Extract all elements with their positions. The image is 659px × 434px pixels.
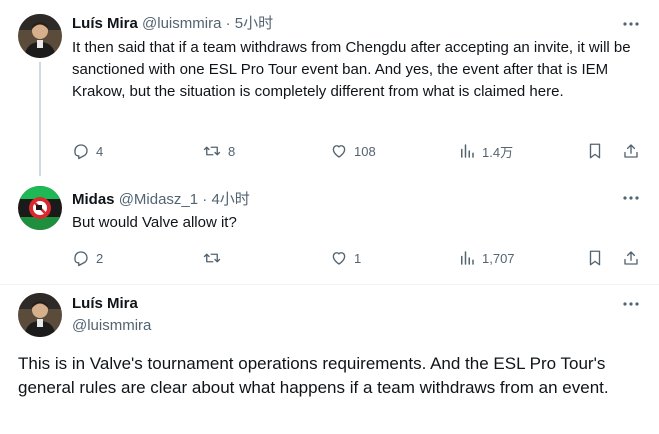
tweet-text: But would Valve allow it? — [72, 214, 237, 231]
views-button[interactable]: 1,707 — [458, 247, 515, 269]
author-name[interactable]: Luís Mira — [72, 295, 138, 312]
like-count: 1 — [354, 250, 362, 266]
tweet-3-focused[interactable]: Luís Mira @luismmira This is in Valve's … — [0, 285, 659, 434]
views-count: 1.4万 — [482, 144, 514, 160]
heart-icon — [332, 145, 346, 158]
timestamp[interactable]: 5小时 — [235, 15, 273, 32]
reply-icon — [74, 251, 88, 267]
share-button[interactable] — [622, 247, 640, 269]
share-button[interactable] — [622, 140, 640, 162]
action-bar: 2 1 1,707 — [72, 247, 644, 269]
more-button[interactable] — [619, 294, 643, 314]
avatar[interactable] — [18, 186, 62, 230]
heart-icon — [332, 252, 346, 265]
tweet-1[interactable]: Luís Mira @luismmira · 5小时 It then said … — [0, 0, 659, 176]
author-handle[interactable]: @luismmira — [72, 317, 151, 334]
like-button[interactable]: 108 — [330, 140, 376, 162]
reply-count: 4 — [96, 143, 104, 159]
like-button[interactable]: 1 — [330, 247, 361, 269]
more-icon — [623, 196, 639, 200]
tweet-header: Midas @Midasz_1 · 4小时 — [72, 188, 250, 209]
author-handle[interactable]: @luismmira — [142, 15, 221, 32]
author-name[interactable]: Luís Mira — [72, 15, 138, 32]
separator-dot: · — [225, 15, 231, 32]
thread-line — [39, 62, 41, 176]
reply-count: 2 — [96, 250, 104, 266]
retweet-count: 8 — [228, 143, 236, 159]
share-icon — [624, 251, 638, 265]
bookmark-button[interactable] — [586, 247, 604, 269]
retweet-icon — [203, 146, 221, 156]
retweet-icon — [203, 253, 221, 263]
author-handle[interactable]: @Midasz_1 — [119, 191, 198, 208]
tweet-text: This is in Valve's tournament operations… — [18, 354, 609, 397]
separator-dot: · — [202, 191, 208, 208]
views-button[interactable]: 1.4万 — [458, 140, 513, 162]
like-count: 108 — [354, 143, 376, 159]
reply-icon — [74, 144, 88, 160]
action-bar: 4 8 108 1.4万 — [72, 140, 644, 162]
bookmark-icon — [589, 250, 601, 266]
more-icon — [623, 22, 639, 26]
more-icon — [623, 302, 639, 306]
reply-button[interactable]: 2 — [72, 247, 103, 269]
author-name[interactable]: Midas — [72, 191, 115, 208]
views-count: 1,707 — [482, 250, 515, 266]
tweet-text: It then said that if a team withdraws fr… — [72, 39, 631, 100]
more-button[interactable] — [619, 14, 643, 34]
retweet-button[interactable] — [202, 247, 228, 269]
share-icon — [624, 144, 638, 158]
avatar[interactable] — [18, 14, 62, 58]
retweet-button[interactable]: 8 — [202, 140, 235, 162]
timestamp[interactable]: 4小时 — [211, 191, 249, 208]
bookmark-button[interactable] — [586, 140, 604, 162]
views-icon — [461, 251, 474, 265]
reply-button[interactable]: 4 — [72, 140, 103, 162]
more-button[interactable] — [619, 188, 643, 208]
tweet-header: Luís Mira @luismmira · 5小时 — [72, 12, 273, 33]
views-icon — [461, 144, 474, 158]
avatar[interactable] — [18, 293, 62, 337]
tweet-2[interactable]: Midas @Midasz_1 · 4小时 But would Valve al… — [0, 176, 659, 284]
bookmark-icon — [589, 143, 601, 159]
